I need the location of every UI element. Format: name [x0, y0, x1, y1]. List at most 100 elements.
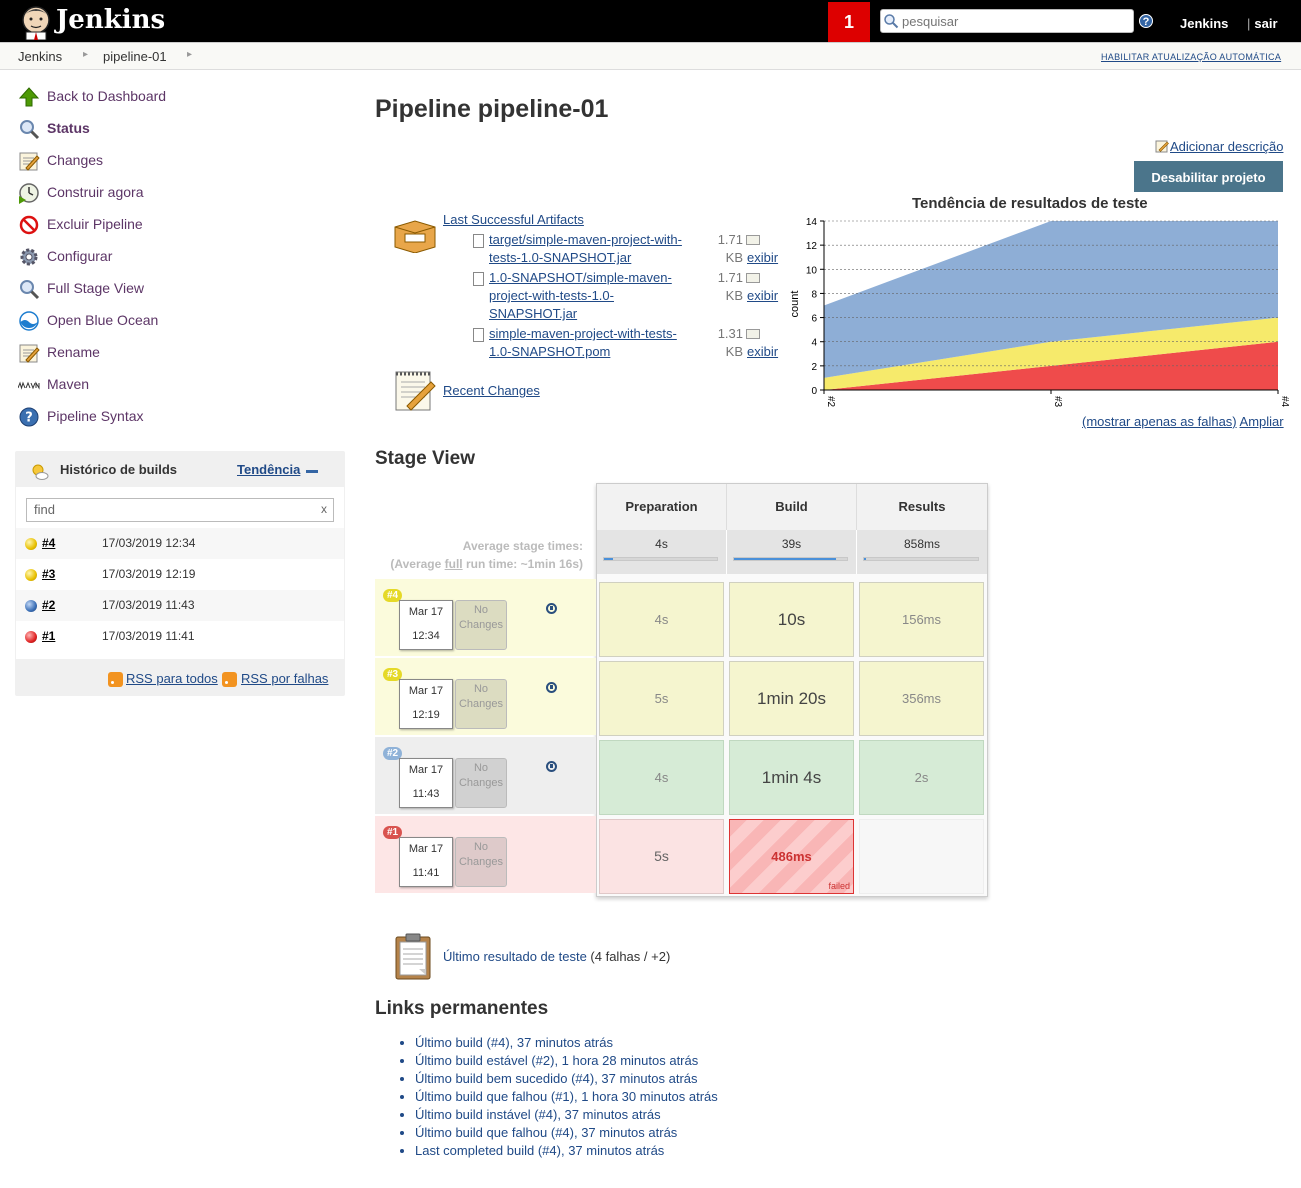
build-date[interactable]: 17/03/2019 11:43: [102, 598, 195, 612]
stage-cell[interactable]: 2s: [859, 740, 984, 815]
edit-description-icon[interactable]: [1155, 139, 1169, 153]
permalink[interactable]: Último build instável (#4), 37 minutos a…: [415, 1107, 661, 1122]
build-number-link[interactable]: #1: [42, 629, 55, 643]
stage-cell[interactable]: 1min 20s: [729, 661, 854, 736]
run-row[interactable]: #1 Mar 17 11:41 No Changes: [375, 816, 596, 893]
run-date-box[interactable]: Mar 17 11:43: [399, 758, 453, 808]
artifact-link[interactable]: 1.0-SNAPSHOT/simple-maven-project-with-t…: [489, 269, 689, 323]
view-file-icon[interactable]: [746, 329, 760, 339]
last-test-result-link[interactable]: Último resultado de teste: [443, 949, 587, 964]
rss-failed-link[interactable]: RSS por falhas: [241, 671, 328, 686]
last-successful-artifacts-link[interactable]: Last Successful Artifacts: [443, 211, 643, 229]
no-changes-box[interactable]: No Changes: [455, 600, 507, 650]
build-row[interactable]: #3 17/03/2019 12:19: [16, 559, 344, 590]
view-file-icon[interactable]: [746, 235, 760, 245]
recent-changes-link[interactable]: Recent Changes: [443, 382, 643, 400]
build-number-link[interactable]: #2: [42, 598, 55, 612]
stage-cell[interactable]: 356ms: [859, 661, 984, 736]
jenkins-logo-icon[interactable]: [18, 4, 54, 40]
jenkins-logo-text[interactable]: Jenkins: [56, 5, 165, 35]
search-input[interactable]: [900, 13, 1130, 30]
no-changes-box[interactable]: No Changes: [455, 837, 507, 887]
permalink[interactable]: Último build que falhou (#4), 37 minutos…: [415, 1125, 677, 1140]
test-result-trend-chart[interactable]: 0 2 4 6 8 10 12 14 #2 #3 #4 count: [784, 200, 1290, 415]
view-artifact-link[interactable]: exibir: [747, 288, 778, 303]
add-description-link[interactable]: Adicionar descrição: [1170, 139, 1283, 154]
run-date-box[interactable]: Mar 17 12:19: [399, 679, 453, 729]
help-icon[interactable]: ?: [1139, 14, 1153, 28]
task-label[interactable]: Full Stage View: [47, 280, 144, 296]
disable-project-button[interactable]: Desabilitar projeto: [1134, 161, 1283, 192]
no-changes-box[interactable]: No Changes: [455, 679, 507, 729]
stage-cell[interactable]: 10s: [729, 582, 854, 657]
stage-cell[interactable]: 4s: [599, 740, 724, 815]
stage-cell[interactable]: 5s: [599, 819, 724, 894]
view-artifact-link[interactable]: exibir: [747, 344, 778, 359]
permalink[interactable]: Last completed build (#4), 37 minutos at…: [415, 1143, 664, 1158]
logout-label[interactable]: sair: [1254, 16, 1277, 31]
x-tick-label[interactable]: #2: [825, 396, 836, 408]
breadcrumb-item-jenkins[interactable]: Jenkins: [18, 49, 62, 64]
build-filter-input[interactable]: find x: [26, 498, 334, 522]
run-date-box[interactable]: Mar 17 11:41: [399, 837, 453, 887]
run-row[interactable]: #4 Mar 17 12:34 No Changes: [375, 579, 596, 656]
rss-icon[interactable]: [108, 672, 123, 687]
build-number-link[interactable]: #3: [42, 567, 55, 581]
stage-header-preparation[interactable]: Preparation: [597, 484, 727, 530]
download-icon[interactable]: [546, 682, 557, 693]
user-link[interactable]: Jenkins: [1180, 16, 1228, 31]
stage-cell[interactable]: 5s: [599, 661, 724, 736]
x-tick-label[interactable]: #4: [1279, 396, 1290, 408]
artifact-link[interactable]: simple-maven-project-with-tests-1.0-SNAP…: [489, 325, 689, 361]
permalink[interactable]: Último build que falhou (#1), 1 hora 30 …: [415, 1089, 718, 1104]
build-row[interactable]: #4 17/03/2019 12:34: [16, 528, 344, 559]
stage-cell[interactable]: 1min 4s: [729, 740, 854, 815]
clear-filter-icon[interactable]: x: [321, 502, 327, 516]
task-label[interactable]: Open Blue Ocean: [47, 312, 158, 328]
task-label[interactable]: Pipeline Syntax: [47, 408, 144, 424]
stage-cell-failed[interactable]: 486ms failed: [729, 819, 854, 894]
trend-link[interactable]: Tendência: [237, 462, 300, 477]
task-label[interactable]: Rename: [47, 344, 100, 360]
view-file-icon[interactable]: [746, 273, 760, 283]
download-icon[interactable]: [546, 603, 557, 614]
run-row[interactable]: #2 Mar 17 11:43 No Changes: [375, 737, 596, 814]
search-box[interactable]: [880, 9, 1134, 33]
run-row[interactable]: #3 Mar 17 12:19 No Changes: [375, 658, 596, 735]
permalink[interactable]: Último build (#4), 37 minutos atrás: [415, 1035, 613, 1050]
permalink[interactable]: Último build bem sucedido (#4), 37 minut…: [415, 1071, 698, 1086]
stage-cell[interactable]: 4s: [599, 582, 724, 657]
task-label[interactable]: Back to Dashboard: [47, 88, 166, 104]
x-tick-label[interactable]: #3: [1052, 396, 1063, 408]
stage-cell[interactable]: 156ms: [859, 582, 984, 657]
task-label[interactable]: Status: [47, 120, 90, 136]
stage-header-build[interactable]: Build: [727, 484, 857, 530]
task-label[interactable]: Excluir Pipeline: [47, 216, 143, 232]
task-label[interactable]: Configurar: [47, 248, 112, 264]
build-date[interactable]: 17/03/2019 11:41: [102, 629, 195, 643]
enlarge-link[interactable]: Ampliar: [1240, 414, 1284, 429]
permalink[interactable]: Último build estável (#2), 1 hora 28 min…: [415, 1053, 698, 1068]
build-date[interactable]: 17/03/2019 12:19: [102, 567, 195, 581]
view-artifact-link[interactable]: exibir: [747, 250, 778, 265]
show-failures-only-link[interactable]: (mostrar apenas as falhas): [1082, 414, 1237, 429]
build-row[interactable]: #1 17/03/2019 11:41: [16, 621, 344, 652]
build-row[interactable]: #2 17/03/2019 11:43: [16, 590, 344, 621]
task-label[interactable]: Changes: [47, 152, 103, 168]
logout-link[interactable]: | sair: [1247, 16, 1278, 31]
build-number-link[interactable]: #4: [42, 536, 55, 550]
build-date[interactable]: 17/03/2019 12:34: [102, 536, 195, 550]
stage-header-results[interactable]: Results: [857, 484, 987, 530]
no-changes-box[interactable]: No Changes: [455, 758, 507, 808]
run-date-box[interactable]: Mar 17 12:34: [399, 600, 453, 650]
chevron-right-icon[interactable]: ▸: [83, 49, 88, 60]
auto-refresh-link[interactable]: HABILITAR ATUALIZAÇÃO AUTOMÁTICA: [1101, 52, 1281, 62]
collapse-icon[interactable]: [306, 470, 318, 473]
task-label[interactable]: Maven: [47, 376, 89, 392]
chevron-right-icon[interactable]: ▸: [187, 49, 192, 60]
rss-icon[interactable]: [222, 672, 237, 687]
artifact-link[interactable]: target/simple-maven-project-with-tests-1…: [489, 231, 689, 267]
download-icon[interactable]: [546, 761, 557, 772]
task-label[interactable]: Construir agora: [47, 184, 144, 200]
rss-all-link[interactable]: RSS para todos: [126, 671, 218, 686]
